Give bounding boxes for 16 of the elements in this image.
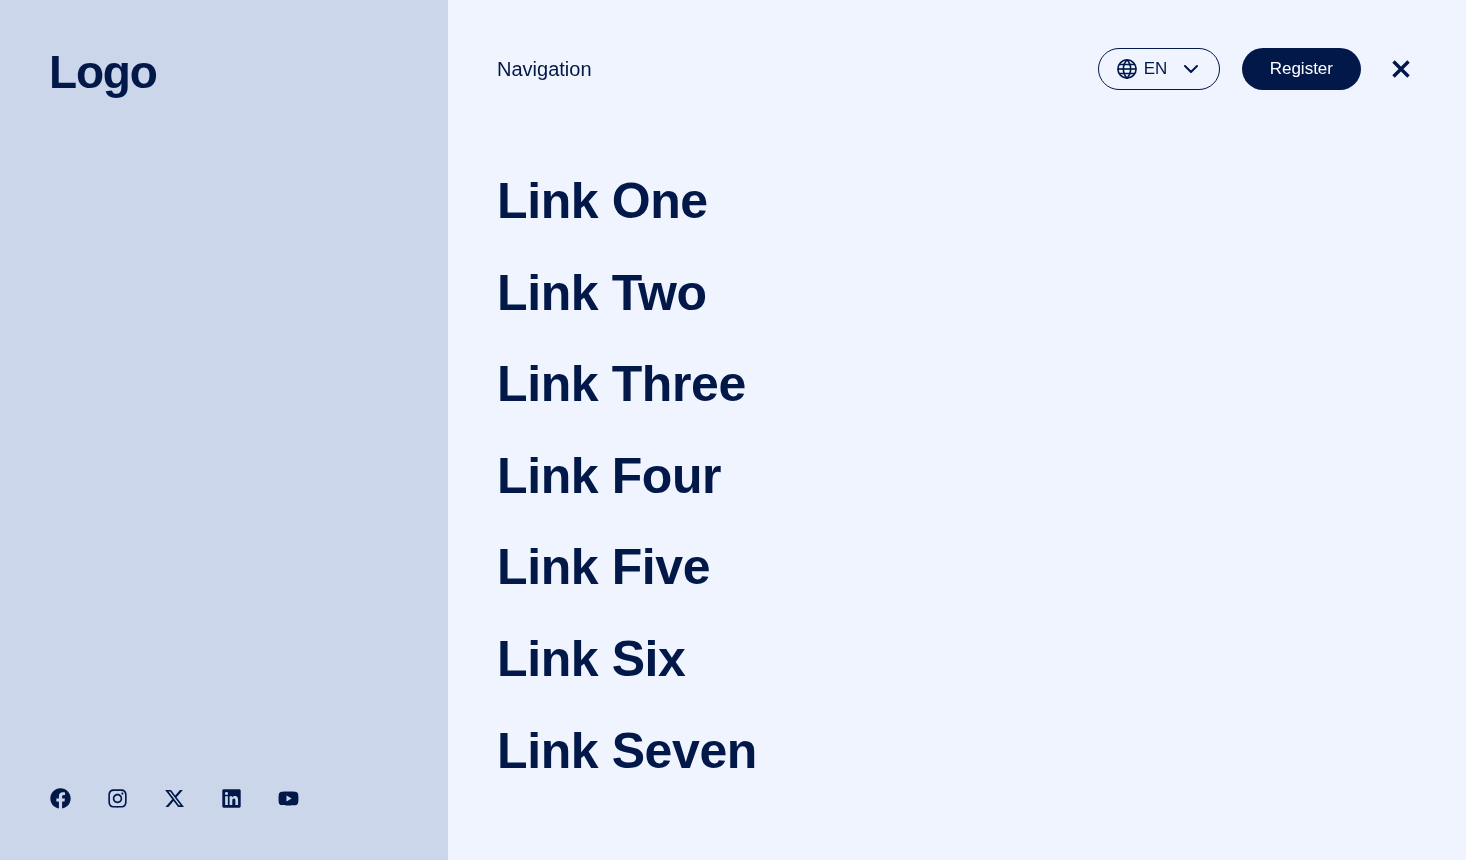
nav-link[interactable]: Link Six (497, 628, 686, 689)
chevron-down-icon (1183, 65, 1198, 73)
nav-link[interactable]: Link Five (497, 537, 711, 598)
linkedin-icon[interactable] (221, 788, 242, 809)
menu-title: Navigation (497, 57, 592, 81)
nav-link[interactable]: Link Seven (497, 720, 757, 781)
globe-icon (1116, 59, 1137, 79)
nav-link[interactable]: Link Four (497, 445, 722, 506)
instagram-icon[interactable] (107, 788, 128, 809)
nav-link[interactable]: Link Three (497, 354, 746, 415)
nav-link[interactable]: Link One (497, 171, 708, 231)
x-logo-icon[interactable] (164, 788, 185, 809)
close-icon[interactable] (1392, 60, 1410, 78)
nav-link[interactable]: Link Two (497, 262, 707, 323)
facebook-icon[interactable] (50, 788, 71, 809)
register-button[interactable]: Register (1241, 48, 1361, 90)
